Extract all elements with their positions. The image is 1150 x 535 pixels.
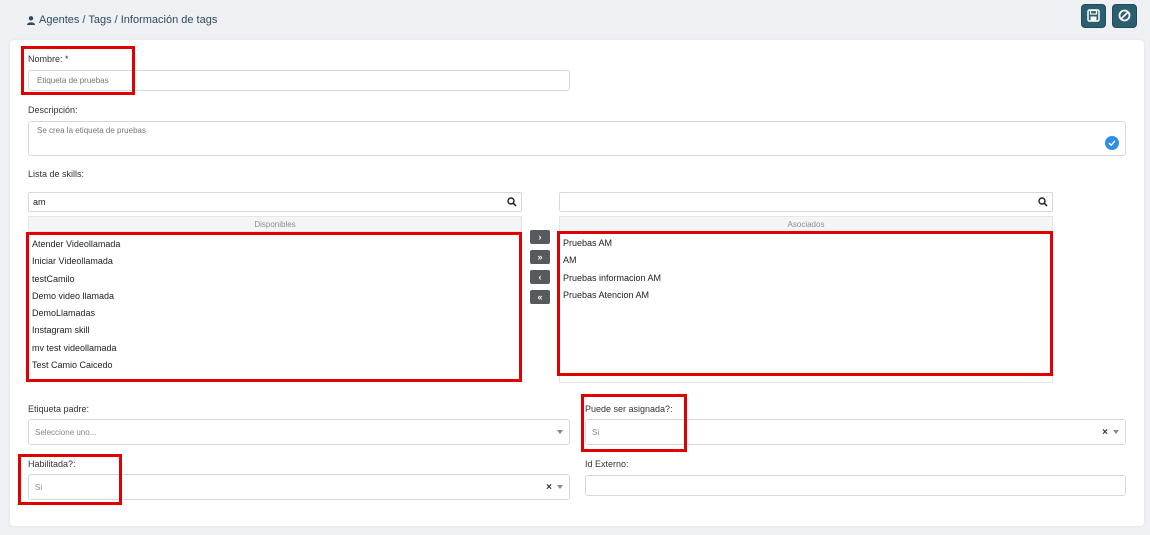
- disponibles-list[interactable]: Atender Videollamada Iniciar Videollamada…: [28, 233, 522, 381]
- move-left-button[interactable]: ‹: [530, 270, 550, 284]
- list-item[interactable]: Test Camio Caicedo: [29, 357, 521, 374]
- nombre-label: Nombre: *: [28, 54, 69, 64]
- user-icon: [27, 15, 35, 25]
- breadcrumb: Agentes / Tags / Información de tags: [27, 14, 217, 26]
- etiqueta-padre-label: Etiqueta padre:: [28, 404, 90, 414]
- chevron-down-icon: [557, 485, 563, 489]
- asociados-search-input[interactable]: [559, 192, 1053, 212]
- move-all-left-button[interactable]: «: [530, 290, 550, 304]
- list-item[interactable]: mv test videollamada: [29, 340, 521, 357]
- id-externo-input[interactable]: [585, 475, 1126, 496]
- puede-ser-asignada-label: Puede ser asignada?:: [585, 404, 673, 414]
- list-item[interactable]: Pruebas informacion AM: [560, 270, 1052, 287]
- save-icon: [1087, 8, 1100, 24]
- cancel-button[interactable]: [1112, 4, 1137, 28]
- list-item[interactable]: Pruebas AM: [560, 235, 1052, 252]
- disponibles-search-value: am: [33, 197, 46, 207]
- nombre-input[interactable]: Etiqueta de pruebas: [28, 70, 570, 91]
- habilitada-label: Habilitada?:: [28, 459, 76, 469]
- clear-icon[interactable]: ×: [546, 482, 552, 493]
- chevron-down-icon: [557, 430, 563, 434]
- chevron-down-icon: [1113, 430, 1119, 434]
- check-icon: [1105, 136, 1119, 150]
- habilitada-value: Si: [35, 482, 43, 492]
- disponibles-header: Disponibles: [28, 216, 522, 232]
- move-right-button[interactable]: ›: [530, 230, 550, 244]
- move-all-right-button[interactable]: »: [530, 250, 550, 264]
- cancel-icon: [1118, 9, 1131, 24]
- list-item[interactable]: testCamilo: [29, 271, 521, 288]
- puede-ser-asignada-value: Si: [592, 427, 600, 437]
- habilitada-select[interactable]: Si ×: [28, 474, 570, 500]
- skills-label: Lista de skills:: [28, 169, 85, 179]
- breadcrumb-text: Agentes / Tags / Información de tags: [39, 14, 218, 26]
- descripcion-label: Descripción:: [28, 105, 78, 115]
- descripcion-text: Se crea la etiqueta de pruebas: [37, 126, 146, 135]
- descripcion-textarea[interactable]: Se crea la etiqueta de pruebas: [28, 121, 1126, 156]
- clear-icon[interactable]: ×: [1102, 427, 1108, 438]
- asociados-header: Asociados: [559, 216, 1053, 232]
- save-button[interactable]: [1081, 4, 1106, 28]
- list-item[interactable]: Iniciar Videollamada: [29, 253, 521, 270]
- disponibles-search-input[interactable]: am: [28, 192, 522, 212]
- list-item[interactable]: Instagram skill: [29, 322, 521, 339]
- search-icon[interactable]: [1038, 197, 1048, 209]
- search-icon[interactable]: [507, 197, 517, 209]
- asociados-list[interactable]: Pruebas AM AM Pruebas informacion AM Prueba…: [559, 233, 1053, 383]
- puede-ser-asignada-select[interactable]: Si ×: [585, 419, 1126, 445]
- list-item[interactable]: AM: [560, 252, 1052, 269]
- etiqueta-padre-placeholder: Seleccione uno...: [35, 427, 97, 437]
- list-item[interactable]: Atender Videollamada: [29, 236, 521, 253]
- list-item[interactable]: Pruebas Atencion AM: [560, 287, 1052, 304]
- list-item[interactable]: DemoLlamadas: [29, 305, 521, 322]
- id-externo-label: Id Externo:: [585, 459, 629, 469]
- list-item[interactable]: Demo video llamada: [29, 288, 521, 305]
- etiqueta-padre-select[interactable]: Seleccione uno...: [28, 419, 570, 445]
